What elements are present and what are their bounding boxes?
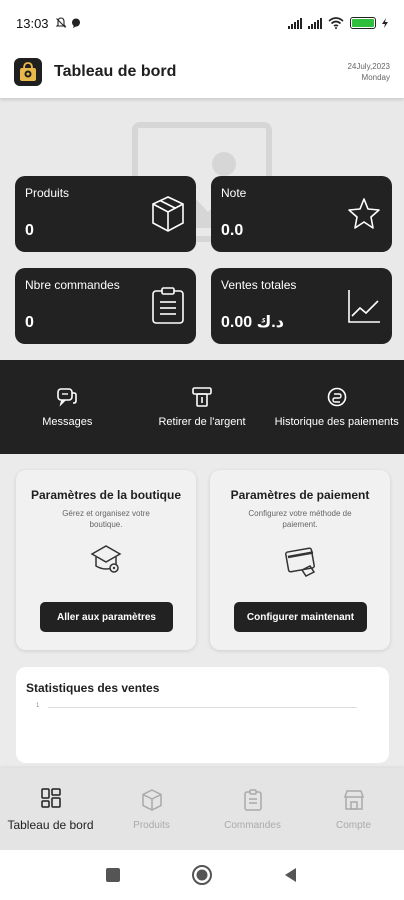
sales-statistics-title: Statistiques des ventes — [26, 681, 160, 695]
stat-value: 0.00 د.ك — [221, 314, 284, 331]
nav-label: Produits — [133, 819, 170, 831]
nav-orders[interactable]: Commandes — [202, 768, 303, 850]
wifi-icon — [328, 17, 344, 29]
nav-dashboard[interactable]: Tableau de bord — [0, 768, 101, 850]
stat-value: 0.0 — [221, 222, 244, 239]
action-label: Historique des paiements — [274, 416, 399, 428]
date-text: 24July,2023 — [347, 62, 390, 71]
chart-line-icon — [348, 290, 380, 323]
chat-icon — [57, 388, 78, 407]
stat-card-total-sales[interactable]: Ventes totales 0.00 د.ك — [211, 268, 392, 344]
nav-products[interactable]: Produits — [101, 768, 202, 850]
star-icon — [348, 198, 380, 229]
chat-bubble-icon — [71, 18, 80, 28]
action-withdraw[interactable]: Retirer de l'argent — [135, 360, 270, 454]
app-bar: Tableau de bord 24July,2023 Monday — [0, 46, 404, 98]
battery-icon — [350, 17, 376, 29]
home-icon[interactable] — [191, 864, 213, 886]
action-payment-history[interactable]: Historique des paiements — [269, 360, 404, 454]
recents-icon[interactable] — [105, 867, 121, 883]
card-title: Paramètres de paiement — [230, 488, 370, 502]
date-display: 24July,2023 Monday — [347, 61, 390, 83]
system-navigation-bar — [0, 850, 404, 900]
chart-gridline — [48, 707, 357, 708]
card-description: Gérez et organisez votre boutique. — [62, 509, 150, 529]
notifications-off-icon — [55, 17, 66, 28]
nav-label: Tableau de bord — [7, 818, 94, 832]
stat-card-products[interactable]: Produits 0 — [15, 176, 196, 252]
stat-value: 0 — [25, 222, 34, 239]
bottom-navigation: Tableau de bord Produits Commandes Compt… — [0, 768, 404, 850]
configure-now-button[interactable]: Configurer maintenant — [234, 602, 367, 632]
action-messages[interactable]: Messages — [0, 360, 135, 454]
card-description: Configurez votre méthode de paiement. — [248, 509, 352, 529]
action-label: Messages — [42, 416, 93, 428]
action-label: Retirer de l'argent — [158, 416, 246, 428]
payment-history-icon — [327, 387, 346, 407]
stat-value: 0 — [25, 314, 34, 331]
weekday-text: Monday — [361, 73, 390, 82]
clipboard-icon — [152, 287, 184, 324]
chart-tick-label: 1 — [36, 703, 40, 709]
go-to-settings-button[interactable]: Aller aux paramètres — [40, 602, 173, 632]
box-icon — [152, 196, 184, 232]
withdraw-icon — [192, 387, 212, 407]
stat-card-rating[interactable]: Note 0.0 — [211, 176, 392, 252]
dashboard-icon — [40, 788, 61, 808]
dashboard-header: Produits 0 Note 0.0 Nbre commandes 0 Ven… — [0, 98, 404, 360]
store-settings-card: Paramètres de la boutique Gérez et organ… — [16, 470, 196, 650]
brand-logo — [14, 58, 42, 86]
credit-card-icon — [285, 547, 316, 577]
status-bar: 13:03 — [0, 0, 404, 46]
stat-card-orders[interactable]: Nbre commandes 0 — [15, 268, 196, 344]
back-icon[interactable] — [283, 867, 299, 883]
shopping-bag-icon — [20, 62, 36, 81]
sales-statistics-card: Statistiques des ventes 1 — [16, 667, 389, 763]
nav-label: Commandes — [224, 819, 281, 831]
nav-label: Compte — [335, 819, 371, 831]
charging-icon — [382, 18, 388, 28]
store-settings-icon — [90, 545, 122, 573]
box-icon — [141, 788, 162, 811]
store-icon — [343, 789, 364, 810]
signal-2-icon — [308, 17, 322, 29]
clipboard-icon — [243, 788, 262, 811]
quick-actions: Messages Retirer de l'argent Historique … — [0, 360, 404, 454]
status-time: 13:03 — [16, 15, 49, 31]
card-title: Paramètres de la boutique — [30, 488, 182, 502]
signal-1-icon — [288, 17, 302, 29]
payment-settings-card: Paramètres de paiement Configurez votre … — [210, 470, 390, 650]
nav-account[interactable]: Compte — [303, 768, 404, 850]
page-title: Tableau de bord — [54, 63, 177, 80]
